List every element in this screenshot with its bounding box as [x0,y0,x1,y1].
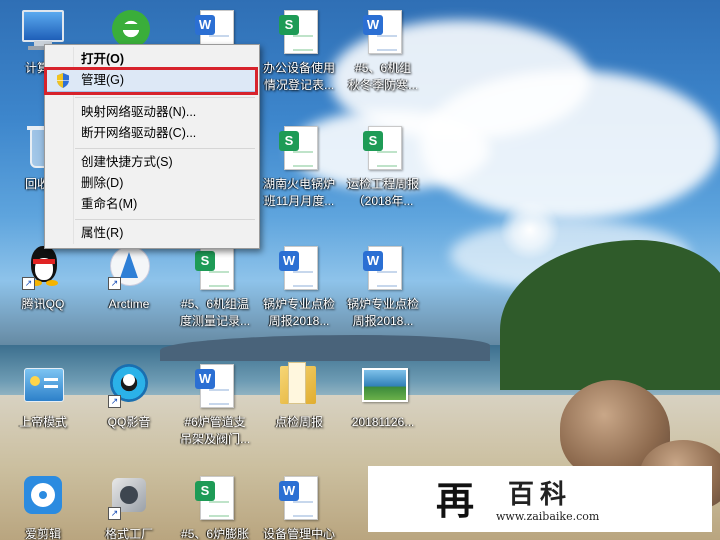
desktop-icon-format-factory[interactable]: ↗ 格式工厂 [86,468,172,540]
menu-item-label: 重命名(M) [81,197,138,211]
desktop-icon-qqplayer[interactable]: ↗ QQ影音 [86,356,172,446]
shortcut-arrow-icon: ↗ [108,277,121,290]
spreadsheet-doc-icon: S [279,10,318,54]
shortcut-arrow-icon: ↗ [22,277,35,290]
spreadsheet-doc-icon: S [279,126,318,170]
desktop-icon-doc-hunan[interactable]: S 湖南火电锅炉 班11月月度... [256,118,342,208]
desktop-icon-folder-check[interactable]: 点检周报 [256,356,342,446]
shortcut-arrow-icon: ↗ [108,507,121,520]
desktop-icon-doc-equip[interactable]: W 设备管理中心 [256,468,342,540]
word-doc-icon: W [279,246,318,290]
menu-separator [75,219,255,220]
annotation-highlight-box [44,67,258,95]
folder-icon [278,362,320,410]
control-panel-icon [22,362,64,410]
spreadsheet-doc-icon: S [195,476,234,520]
format-factory-icon: ↗ [108,474,150,522]
desktop-icon-doc-6-pipe[interactable]: W #6炉管道支 吊架及阀门... [172,356,258,446]
arctime-icon: ↗ [108,244,150,292]
watermark-url: www.zaibaike.com [496,510,600,523]
word-doc-icon: W [195,364,234,408]
sun-glare [500,200,560,260]
desktop-icon-img-20181126[interactable]: 20181126... [340,356,426,446]
desktop-icon-godmode[interactable]: 上帝模式 [0,356,86,446]
film-reel-icon [22,474,64,522]
desktop-icon-arctime[interactable]: ↗ Arctime [86,238,172,328]
desktop[interactable]: 计算机 W S 办公设备使用 情况登记表... W #5、6机组 秋冬季防寒..… [0,0,720,540]
menu-item-label: 属性(R) [81,226,124,240]
desktop-icon-doc-boiler-1[interactable]: W 锅炉专业点检 周报2018... [256,238,342,328]
desktop-icon-doc-boiler-2[interactable]: W 锅炉专业点检 周报2018... [340,238,426,328]
menu-item-label: 打开(O) [81,52,125,66]
spreadsheet-doc-icon: S [363,126,402,170]
desktop-icon-doc-6-boiler[interactable]: S #5、6炉膨胀 [172,468,258,540]
desktop-icon-doc-5-6[interactable]: W #5、6机组 秋冬季防寒... [340,2,426,92]
menu-item-label: 创建快捷方式(S) [81,155,173,169]
word-doc-icon: W [363,10,402,54]
menu-item-map-network-drive[interactable]: 映射网络驱动器(N)... [47,102,257,123]
menu-item-disconnect-network-drive[interactable]: 断开网络驱动器(C)... [47,123,257,144]
menu-item-label: 删除(D) [81,176,124,190]
watermark-logo: 再 [432,476,478,523]
image-file-icon [362,362,408,410]
desktop-icon-editor[interactable]: 爱剪辑 [0,468,86,540]
watermark: 再 百科 www.zaibaike.com [368,466,712,532]
menu-separator [75,148,255,149]
qq-penguin-icon: ↗ [22,244,64,292]
desktop-icon-qq[interactable]: ↗ 腾讯QQ [0,238,86,328]
desktop-icon-doc-yunjian[interactable]: S 运检工程周报 （2018年... [340,118,426,208]
menu-item-label: 断开网络驱动器(C)... [81,126,197,140]
menu-item-label: 映射网络驱动器(N)... [81,105,197,119]
menu-item-create-shortcut[interactable]: 创建快捷方式(S) [47,152,257,173]
watermark-name: 百科 [508,480,573,510]
word-doc-icon: W [279,476,318,520]
word-doc-icon: W [363,246,402,290]
menu-separator [75,97,255,98]
menu-item-delete[interactable]: 删除(D) [47,173,257,194]
spreadsheet-doc-icon: S [195,246,234,290]
watermark-logo-char: 再 [436,478,474,522]
menu-item-properties[interactable]: 属性(R) [47,223,257,244]
qqplayer-icon: ↗ [108,362,150,410]
menu-item-rename[interactable]: 重命名(M) [47,194,257,215]
desktop-icon-doc-office[interactable]: S 办公设备使用 情况登记表... [256,2,342,92]
desktop-icon-doc-temp[interactable]: S #5、6机组温 度测量记录... [172,238,258,328]
shortcut-arrow-icon: ↗ [108,395,121,408]
